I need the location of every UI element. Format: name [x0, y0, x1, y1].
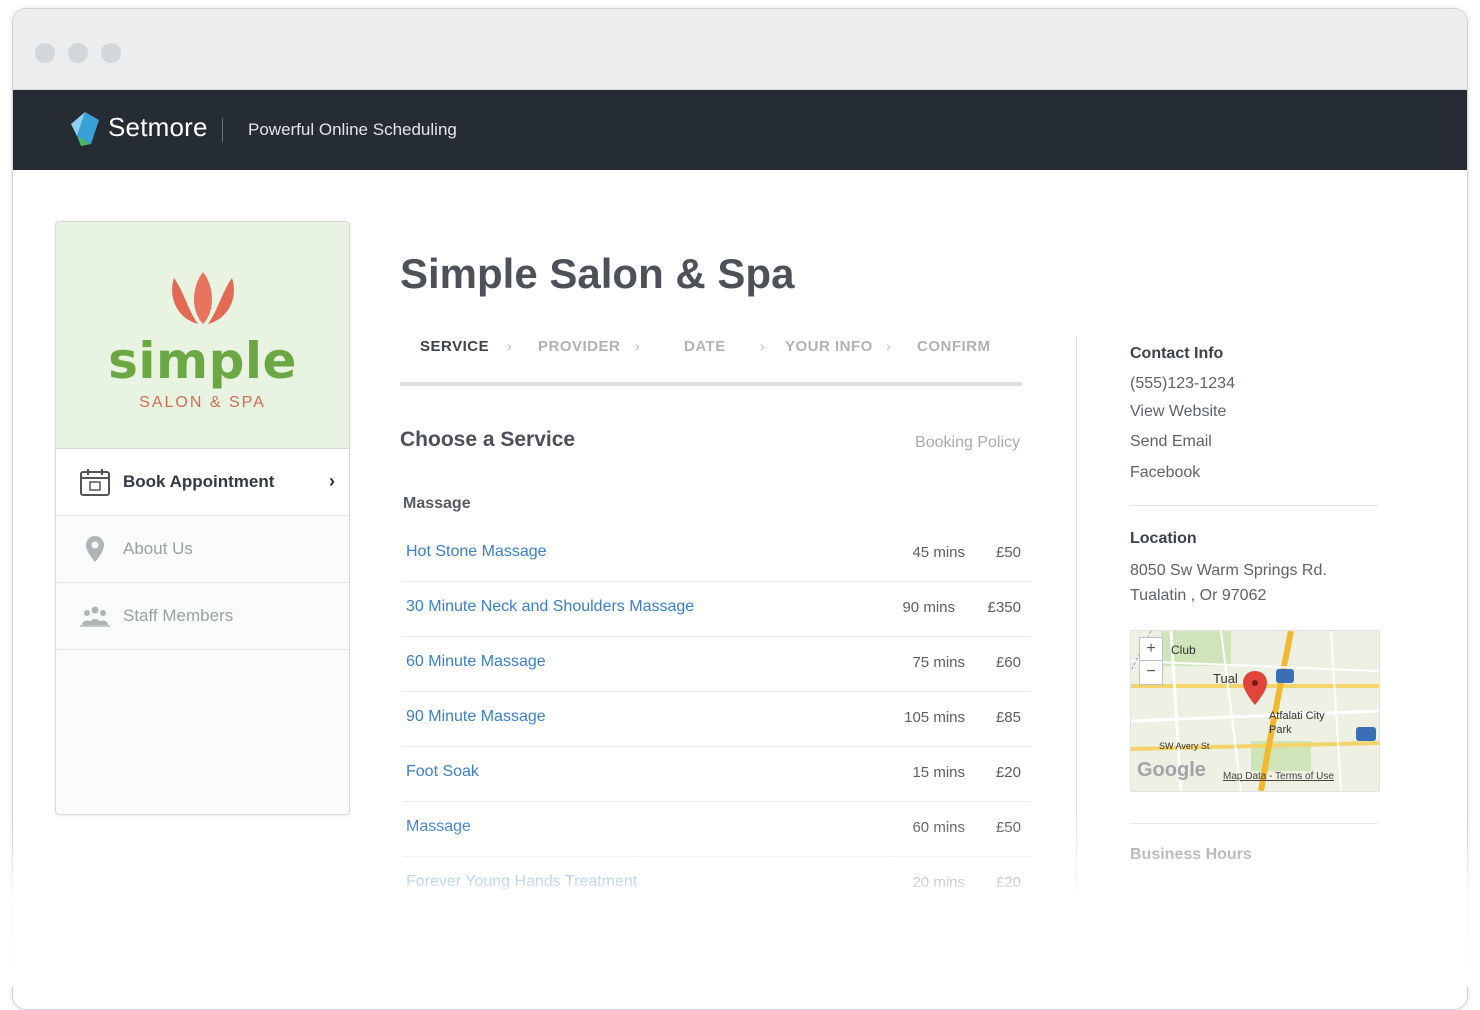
zoom-in-icon[interactable]: +	[1140, 638, 1162, 661]
window-minimize-dot[interactable]	[68, 43, 88, 63]
info-divider	[1130, 505, 1378, 506]
contact-info-heading: Contact Info	[1130, 345, 1224, 362]
send-email-link[interactable]: Send Email	[1130, 433, 1380, 451]
service-duration: 60 mins	[912, 819, 965, 836]
service-price: £50	[995, 819, 1021, 836]
service-name-link[interactable]: Hot Stone Massage	[406, 543, 547, 561]
service-price: £60	[995, 654, 1021, 671]
sidebar-item-book-appointment[interactable]: Book Appointment ›	[56, 449, 349, 516]
service-duration: 45 mins	[912, 544, 965, 561]
service-duration: 90 mins	[902, 599, 955, 616]
service-name-link[interactable]: Foot Soak	[406, 763, 479, 781]
map-label-street: SW Avery St	[1159, 741, 1210, 751]
google-logo: Google	[1137, 759, 1206, 781]
service-name-link[interactable]: 90 Minute Massage	[406, 708, 546, 726]
business-sidebar: simple SALON & SPA Book Appointment › Ab…	[55, 221, 350, 815]
service-row[interactable]: Hot Stone Massage 45 mins £50	[403, 527, 1031, 582]
service-category: Massage	[403, 495, 471, 512]
map-pin-icon	[86, 536, 104, 562]
people-icon	[80, 606, 110, 627]
service-row[interactable]: 30 Minute Neck and Shoulders Massage 90 …	[403, 582, 1031, 637]
business-logo: simple SALON & SPA	[56, 222, 349, 449]
brand-tagline: Powerful Online Scheduling	[248, 120, 457, 139]
sidebar-item-label: Staff Members	[123, 606, 234, 625]
service-duration: 20 mins	[912, 874, 965, 891]
brand-name[interactable]: Setmore	[108, 112, 208, 143]
service-price: £350	[987, 599, 1021, 616]
window-maximize-dot[interactable]	[101, 43, 121, 63]
step-separator-icon: ›	[507, 338, 512, 354]
map-label-park: Atfalati City Park	[1269, 710, 1325, 736]
business-logo-word: simple	[108, 332, 297, 390]
tulip-logo-icon	[172, 272, 234, 324]
window-titlebar	[13, 9, 1467, 90]
map-terms-link[interactable]: Map Data - Terms of Use	[1223, 771, 1334, 782]
service-row[interactable]: 60 Minute Massage 75 mins £60	[403, 637, 1031, 692]
address-line-2: Tualatin , Or 97062	[1130, 587, 1267, 604]
location-heading: Location	[1130, 530, 1197, 547]
service-row[interactable]: Massage 60 mins £50	[403, 802, 1031, 857]
service-row[interactable]: Forever Young Hands Treatment 20 mins £2…	[403, 857, 1031, 911]
business-logo-subtitle: SALON & SPA	[139, 394, 266, 411]
step-provider[interactable]: PROVIDER	[538, 338, 620, 355]
service-row[interactable]: 90 Minute Massage 105 mins £85	[403, 692, 1031, 747]
step-service[interactable]: SERVICE	[420, 338, 489, 355]
contact-phone: (555)123-1234	[1130, 375, 1235, 392]
step-separator-icon: ›	[635, 338, 640, 354]
content-divider	[1076, 336, 1077, 896]
service-name-link[interactable]: Massage	[406, 818, 471, 836]
map-label-club: Club	[1171, 643, 1196, 657]
step-confirm[interactable]: CONFIRM	[917, 338, 991, 355]
page-title: Simple Salon & Spa	[400, 250, 795, 297]
service-name-link[interactable]: Forever Young Hands Treatment	[406, 873, 637, 891]
chevron-right-icon: ›	[329, 471, 335, 491]
brand-divider	[222, 118, 223, 142]
window-close-dot[interactable]	[35, 43, 55, 63]
service-duration: 15 mins	[912, 764, 965, 781]
zoom-out-icon[interactable]: −	[1140, 661, 1162, 683]
map-zoom-controls: + −	[1139, 637, 1163, 685]
sidebar-item-staff-members[interactable]: Staff Members	[56, 583, 349, 650]
sidebar-item-label: Book Appointment	[123, 472, 275, 491]
service-price: £50	[995, 544, 1021, 561]
setmore-logo-icon[interactable]	[69, 110, 101, 148]
step-date[interactable]: DATE	[684, 338, 726, 355]
booking-steps: SERVICE › PROVIDER › DATE › YOUR INFO › …	[400, 338, 1022, 386]
service-row[interactable]: Foot Soak 15 mins £20	[403, 747, 1031, 802]
service-price: £85	[995, 709, 1021, 726]
step-your-info[interactable]: YOUR INFO	[785, 338, 873, 355]
service-duration: 105 mins	[904, 709, 965, 726]
facebook-link[interactable]: Facebook	[1130, 464, 1380, 482]
service-duration: 75 mins	[912, 654, 965, 671]
step-separator-icon: ›	[886, 338, 891, 354]
info-divider	[1130, 823, 1378, 824]
view-website-link[interactable]: View Website	[1130, 403, 1380, 421]
sidebar-item-about-us[interactable]: About Us	[56, 516, 349, 583]
address-line-1: 8050 Sw Warm Springs Rd.	[1130, 562, 1327, 579]
business-hours-heading: Business Hours	[1130, 846, 1252, 863]
booking-policy-link[interactable]: Booking Policy	[915, 434, 1020, 452]
sidebar-item-label: About Us	[123, 539, 193, 558]
service-name-link[interactable]: 30 Minute Neck and Shoulders Massage	[406, 598, 694, 616]
app-header: Setmore Powerful Online Scheduling	[13, 90, 1467, 170]
location-map[interactable]: + − Club Tual Atfalati City Park SW Aver…	[1130, 630, 1380, 792]
service-list: Hot Stone Massage 45 mins £50 30 Minute …	[403, 527, 1031, 911]
calendar-icon	[80, 469, 110, 496]
service-name-link[interactable]: 60 Minute Massage	[406, 653, 546, 671]
service-price: £20	[995, 874, 1021, 891]
service-price: £20	[995, 764, 1021, 781]
step-separator-icon: ›	[760, 338, 765, 354]
map-label-tualatin: Tual	[1213, 671, 1238, 686]
choose-service-heading: Choose a Service	[400, 428, 576, 451]
